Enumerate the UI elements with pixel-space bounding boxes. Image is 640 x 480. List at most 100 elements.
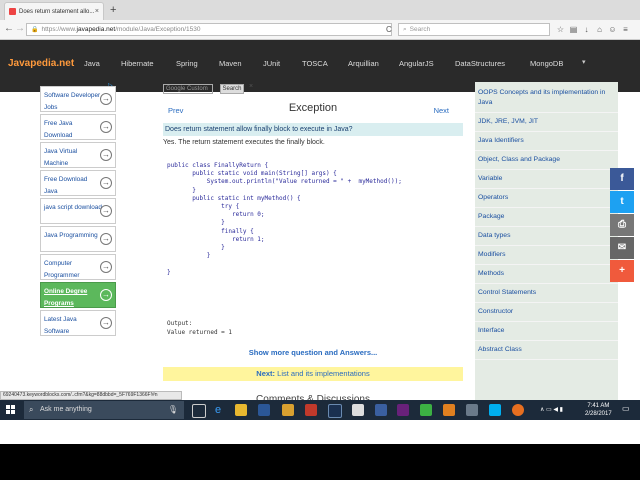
- nav-dropdown-icon[interactable]: ▾: [582, 58, 586, 66]
- system-clock[interactable]: 7:41 AM 2/28/2017: [585, 402, 612, 418]
- app-icon-blue[interactable]: [328, 404, 342, 418]
- ad-item[interactable]: Online Degree Programs →: [40, 282, 116, 308]
- nav-spring[interactable]: Spring: [176, 59, 198, 68]
- sidebar-topic-link[interactable]: OOPS Concepts and its implementation in …: [475, 84, 618, 113]
- browser-search-input[interactable]: ⌕ Search: [398, 23, 550, 36]
- sidebar-topic-link[interactable]: Methods: [475, 265, 618, 284]
- microphone-icon[interactable]: 🎙: [168, 401, 178, 419]
- forward-icon[interactable]: →: [15, 23, 25, 34]
- sidebar-topic-link[interactable]: JDK, JRE, JVM, JIT: [475, 113, 618, 132]
- sidebar-topic-link[interactable]: Java Identifiers: [475, 132, 618, 151]
- nav-datastructures[interactable]: DataStructures: [455, 59, 505, 68]
- google-search-input[interactable]: Google Custom: [163, 84, 213, 94]
- nav-hibernate[interactable]: Hibernate: [121, 59, 154, 68]
- output-value: Value returned = 1: [167, 328, 233, 336]
- page-title: Exception: [288, 102, 338, 114]
- browser-tab[interactable]: Does return statement allo... ×: [4, 2, 104, 20]
- reading-list-icon[interactable]: ▤: [569, 25, 578, 34]
- ad-item[interactable]: Software Developer Jobs →: [40, 86, 116, 112]
- home-icon[interactable]: ⌂: [595, 25, 604, 34]
- code-line: public class FinallyReturn {: [167, 162, 269, 169]
- ad-item-label: Java Programming: [44, 232, 98, 239]
- nav-java[interactable]: Java: [84, 59, 100, 68]
- download-icon[interactable]: ↓: [582, 25, 591, 34]
- app-icon-green[interactable]: [420, 404, 432, 416]
- ad-item[interactable]: Free Java Download →: [40, 114, 116, 140]
- google-search-button[interactable]: Search: [220, 84, 244, 94]
- app-icon-slate[interactable]: [466, 404, 478, 416]
- nav-maven[interactable]: Maven: [219, 59, 242, 68]
- email-share-icon[interactable]: ✉: [610, 237, 634, 259]
- sidebar-topic-link[interactable]: Operators: [475, 189, 618, 208]
- ad-item-label: Latest Java Software: [44, 316, 77, 335]
- sidebar-topic-link[interactable]: Constructor: [475, 303, 618, 322]
- arrow-right-icon: →: [100, 317, 112, 329]
- file-explorer-icon[interactable]: [235, 404, 247, 416]
- store-icon[interactable]: [258, 404, 270, 416]
- app-icon-screen[interactable]: [375, 404, 387, 416]
- ad-item[interactable]: java script download →: [40, 198, 116, 224]
- system-tray-icons[interactable]: ∧ ▭ ◀ ▮: [540, 406, 580, 414]
- new-tab-button[interactable]: +: [110, 4, 116, 16]
- notification-icon[interactable]: ▭: [622, 404, 634, 416]
- site-logo[interactable]: Javapedia.net: [8, 58, 74, 69]
- arrow-right-icon: →: [100, 149, 112, 161]
- ad-item[interactable]: Free Download Java →: [40, 170, 116, 196]
- next-topic-bar[interactable]: Next: List and its implementations: [163, 367, 463, 381]
- twitter-share-icon[interactable]: t: [610, 191, 634, 213]
- app-icon-orange[interactable]: [443, 404, 455, 416]
- ad-item-label: Java Virtual Machine: [44, 148, 78, 167]
- sidebar-topic-link[interactable]: Control Statements: [475, 284, 618, 303]
- windows-start-icon[interactable]: [6, 405, 16, 415]
- menu-icon[interactable]: ≡: [621, 25, 630, 34]
- print-share-icon[interactable]: ⎙: [610, 214, 634, 236]
- nav-tosca[interactable]: TOSCA: [302, 59, 328, 68]
- firefox-icon[interactable]: [512, 404, 524, 416]
- app-icon-red[interactable]: [305, 404, 317, 416]
- task-view-icon[interactable]: [192, 404, 206, 418]
- sidebar-topic-link[interactable]: Package: [475, 208, 618, 227]
- code-line: }: [167, 268, 171, 276]
- sidebar-topic-link[interactable]: Modifiers: [475, 246, 618, 265]
- sidebar-topic-link[interactable]: Abstract Class: [475, 341, 618, 360]
- tab-title: Does return statement allo...: [19, 8, 95, 15]
- arrow-right-icon: →: [100, 121, 112, 133]
- folder-icon[interactable]: [282, 404, 294, 416]
- ad-item[interactable]: Computer Programmer →: [40, 254, 116, 280]
- app-icon-gray[interactable]: [352, 404, 364, 416]
- url-bar[interactable]: 🔒 https://www. javapedia.net/module/Java/…: [26, 23, 392, 36]
- visual-studio-icon[interactable]: [397, 404, 409, 416]
- reload-icon[interactable]: C: [386, 25, 392, 34]
- facebook-share-icon[interactable]: f: [610, 168, 634, 190]
- code-line: try {: [167, 203, 240, 211]
- next-link[interactable]: Next: [434, 106, 449, 115]
- show-more-link[interactable]: Show more question and Answers...: [163, 348, 463, 357]
- clear-search-icon[interactable]: ×: [249, 83, 253, 90]
- nav-junit[interactable]: JUnit: [263, 59, 280, 68]
- ad-item[interactable]: Java Programming →: [40, 226, 116, 252]
- nav-mongodb[interactable]: MongoDB: [530, 59, 563, 68]
- emoji-icon[interactable]: ☺: [608, 25, 617, 34]
- sidebar-topic-link[interactable]: Object, Class and Package: [475, 151, 618, 170]
- page-viewport: Javapedia.net Java Hibernate Spring Mave…: [0, 40, 640, 444]
- ad-item-label: Computer Programmer: [44, 260, 80, 279]
- cortana-search-box[interactable]: ⌕ Ask me anything 🎙: [24, 401, 184, 419]
- sidebar-topic-link[interactable]: Variable: [475, 170, 618, 189]
- sidebar-topic-link[interactable]: Data types: [475, 227, 618, 246]
- next-topic-link[interactable]: List and its implementations: [277, 369, 370, 378]
- windows-taskbar: ⌕ Ask me anything 🎙 e ∧ ▭ ◀ ▮ 7:41 AM 2/…: [0, 400, 640, 420]
- tab-close-icon[interactable]: ×: [95, 8, 99, 15]
- sidebar-topic-link[interactable]: Interface: [475, 322, 618, 341]
- skype-icon[interactable]: [489, 404, 501, 416]
- edge-icon[interactable]: e: [212, 404, 224, 416]
- nav-arquillian[interactable]: Arquillian: [348, 59, 379, 68]
- code-line: finally {: [167, 227, 254, 235]
- nav-angularjs[interactable]: AngularJS: [399, 59, 434, 68]
- more-share-icon[interactable]: +: [610, 260, 634, 282]
- ad-item[interactable]: Latest Java Software →: [40, 310, 116, 336]
- favicon-icon: [9, 8, 16, 15]
- star-icon[interactable]: ☆: [556, 25, 565, 34]
- back-icon[interactable]: ←: [4, 23, 14, 34]
- ad-item[interactable]: Java Virtual Machine →: [40, 142, 116, 168]
